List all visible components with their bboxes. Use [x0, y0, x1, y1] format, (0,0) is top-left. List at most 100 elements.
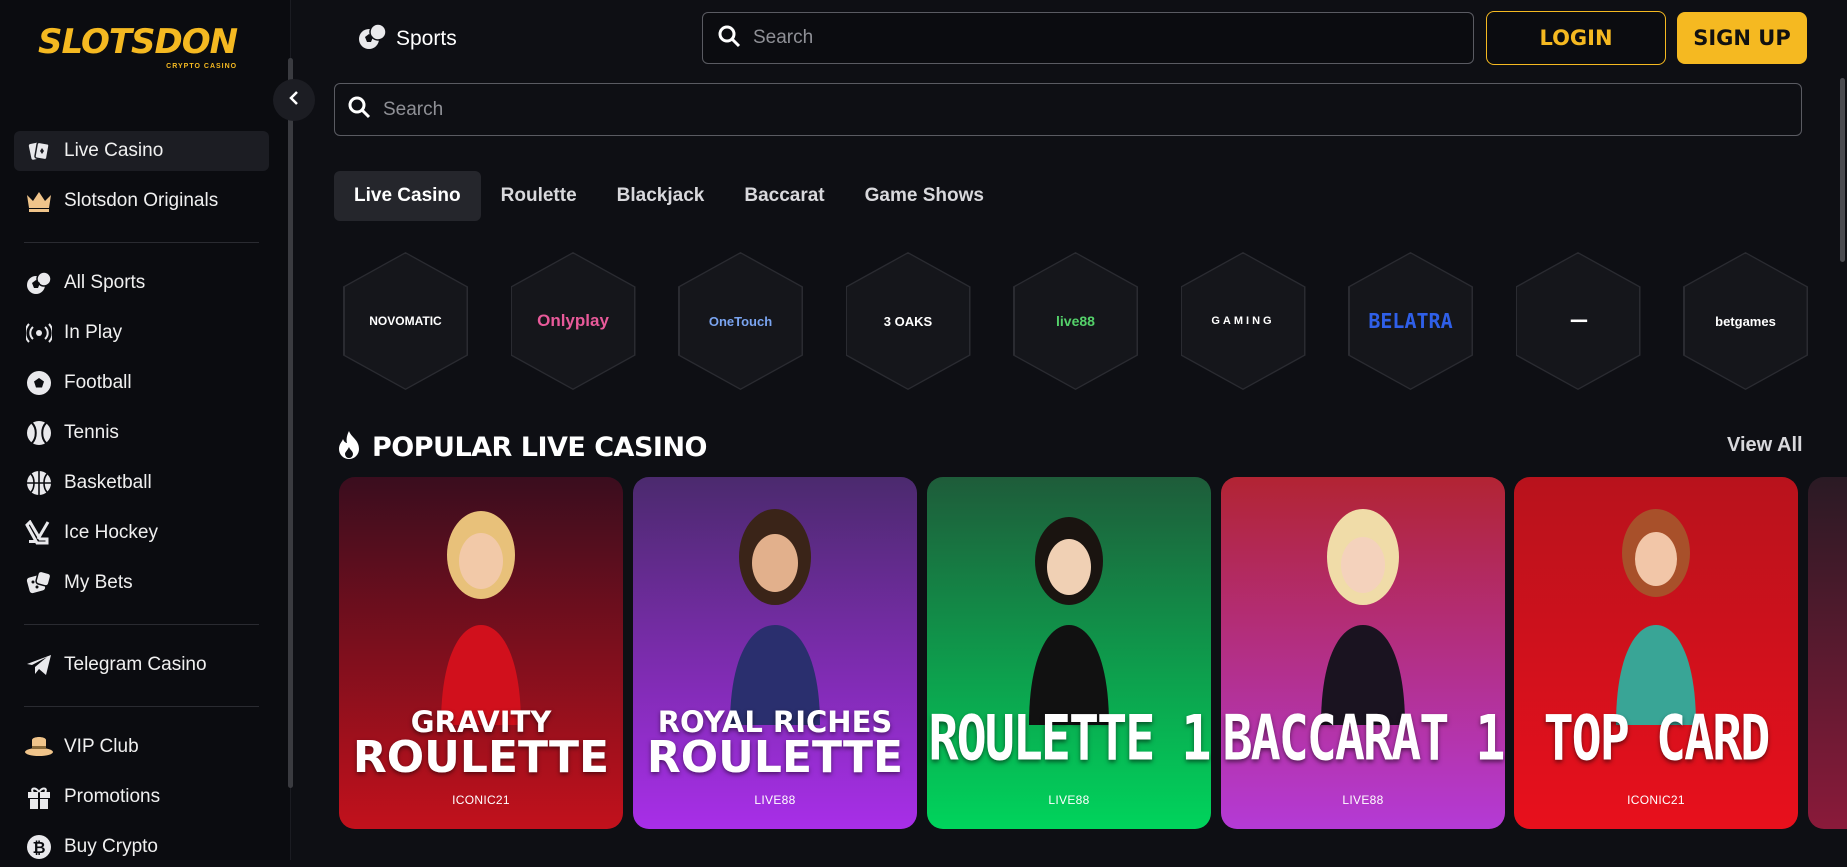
- dice-icon: [24, 568, 54, 598]
- game-title-line2: ROULETTE: [352, 732, 610, 783]
- live-casino-icon: [24, 136, 54, 166]
- provider-belatra[interactable]: BELATRA: [1348, 252, 1473, 390]
- provider-7-gaming[interactable]: GAMING: [1180, 252, 1306, 390]
- sidebar: SLOTSDON CRYPTO CASINO Live Casino Slots…: [0, 0, 291, 860]
- sidebar-item-label: In Play: [64, 322, 123, 343]
- sidebar-item-originals[interactable]: Slotsdon Originals: [14, 181, 269, 221]
- header-search-input[interactable]: [753, 27, 1446, 49]
- brand-logo[interactable]: SLOTSDON CRYPTO CASINO: [38, 22, 238, 70]
- provider-name: GAMING: [1211, 315, 1275, 327]
- provider-novomatic[interactable]: NOVOMATIC: [343, 252, 468, 390]
- provider-name: BELATRA: [1368, 309, 1453, 333]
- provider-onlyplay[interactable]: Onlyplay: [510, 252, 636, 390]
- game-title-line2: ROULETTE: [646, 732, 904, 783]
- sidebar-item-my-bets[interactable]: My Bets: [14, 563, 269, 603]
- search-icon: [717, 24, 741, 53]
- sidebar-divider: [24, 706, 259, 707]
- game-title: TOP CARD: [1543, 701, 1771, 775]
- tab-roulette[interactable]: Roulette: [481, 171, 597, 221]
- game-provider: ICONIC21: [1627, 793, 1685, 807]
- basketball-icon: [24, 468, 54, 498]
- sidebar-item-live-casino[interactable]: Live Casino: [14, 131, 269, 171]
- sidebar-item-label: Buy Crypto: [64, 836, 158, 857]
- football-icon: [24, 368, 54, 398]
- brand-name: SLOTSDON: [38, 22, 238, 62]
- login-button[interactable]: LOGIN: [1486, 11, 1666, 65]
- sidebar-item-football[interactable]: Football: [14, 363, 269, 403]
- sports-icon: [24, 268, 54, 298]
- provider-name: 3 OAKS: [883, 313, 933, 329]
- sidebar-item-all-sports[interactable]: All Sports: [14, 263, 269, 303]
- provider-name: live88: [1056, 313, 1095, 329]
- sidebar-item-buy-crypto[interactable]: ₿ Buy Crypto: [14, 827, 269, 867]
- sidebar-item-basketball[interactable]: Basketball: [14, 463, 269, 503]
- signup-button[interactable]: SIGN UP: [1677, 12, 1807, 64]
- provider-name: betgames: [1715, 313, 1776, 329]
- game-card-roulette-1[interactable]: ROULETTE 1 LIVE88: [927, 477, 1211, 829]
- sidebar-item-label: Promotions: [64, 786, 161, 807]
- chevron-left-icon: [287, 90, 301, 111]
- dealer-image: [730, 509, 820, 725]
- search-icon: [347, 95, 371, 124]
- header-search-bar[interactable]: [702, 12, 1474, 64]
- provider-betgames[interactable]: betgames: [1683, 252, 1808, 390]
- collapse-sidebar-button[interactable]: [273, 79, 315, 121]
- game-card-partial[interactable]: [1808, 477, 1847, 829]
- tab-live-casino[interactable]: Live Casino: [334, 171, 481, 221]
- brand-tagline: CRYPTO CASINO: [166, 63, 238, 70]
- sidebar-divider: [24, 624, 259, 625]
- sports-icon: [358, 22, 388, 56]
- provider-name: Onlyplay: [537, 311, 609, 330]
- sidebar-item-label: Basketball: [64, 472, 152, 493]
- sidebar-item-tennis[interactable]: Tennis: [14, 413, 269, 453]
- tab-game-shows[interactable]: Game Shows: [845, 171, 1004, 221]
- game-card-gravity-roulette[interactable]: GRAVITY ROULETTE ICONIC21: [339, 477, 623, 829]
- dealer-image: [441, 511, 521, 725]
- game-carousel: GRAVITY ROULETTE ICONIC21 ROYAL RICHES R…: [339, 477, 1847, 829]
- game-provider: LIVE88: [754, 793, 796, 807]
- broadcast-icon: [24, 318, 54, 348]
- sidebar-item-ice-hockey[interactable]: Ice Hockey: [14, 513, 269, 553]
- sports-label: Sports: [396, 27, 457, 50]
- game-provider: ICONIC21: [452, 793, 510, 807]
- view-all-link[interactable]: View All: [1727, 434, 1803, 457]
- game-card-royal-riches-roulette[interactable]: ROYAL RICHES ROULETTE LIVE88: [633, 477, 917, 829]
- sidebar-item-label: Live Casino: [64, 140, 164, 161]
- provider-list: NOVOMATIC Onlyplay OneTouch 3 OAKS live8…: [343, 252, 1847, 390]
- sidebar-scrollbar[interactable]: [288, 58, 293, 788]
- sidebar-item-promotions[interactable]: Promotions: [14, 777, 269, 817]
- game-card-baccarat-1[interactable]: BACCARAT 1 LIVE88: [1221, 477, 1505, 829]
- provider-live88[interactable]: live88: [1013, 252, 1138, 390]
- provider-onetouch[interactable]: OneTouch: [678, 252, 803, 390]
- vip-hat-icon: [24, 732, 54, 762]
- provider-name: NOVOMATIC: [369, 314, 442, 328]
- game-provider: LIVE88: [1342, 793, 1384, 807]
- sidebar-item-label: Tennis: [64, 422, 119, 443]
- sidebar-item-label: My Bets: [64, 572, 133, 593]
- category-tabs: Live Casino Roulette Blackjack Baccarat …: [334, 171, 1004, 221]
- casino-search-input[interactable]: [383, 98, 1703, 121]
- page-scrollbar[interactable]: [1840, 78, 1845, 262]
- section-header: POPULAR LIVE CASINO: [336, 430, 708, 465]
- casino-search-bar[interactable]: [334, 83, 1802, 136]
- sidebar-item-label: Telegram Casino: [64, 654, 207, 675]
- sidebar-item-telegram-casino[interactable]: Telegram Casino: [14, 645, 269, 685]
- sidebar-item-vip-club[interactable]: VIP Club: [14, 727, 269, 767]
- tab-blackjack[interactable]: Blackjack: [597, 171, 725, 221]
- bitcoin-icon: ₿: [24, 832, 54, 862]
- sidebar-divider: [24, 242, 259, 243]
- provider-unknown[interactable]: ▪▪▪▪▪▪▪▪▪▪: [1515, 252, 1641, 390]
- tab-baccarat[interactable]: Baccarat: [724, 171, 844, 221]
- sidebar-item-label: Slotsdon Originals: [64, 190, 219, 211]
- tennis-icon: [24, 418, 54, 448]
- provider-3-oaks[interactable]: 3 OAKS: [845, 252, 971, 390]
- sidebar-item-in-play[interactable]: In Play: [14, 313, 269, 353]
- fire-icon: [336, 430, 362, 465]
- dealer-image: [1321, 509, 1405, 725]
- provider-name: OneTouch: [708, 313, 773, 329]
- sidebar-item-label: VIP Club: [64, 736, 139, 757]
- gift-icon: [24, 782, 54, 812]
- sidebar-item-label: Football: [64, 372, 132, 393]
- header-sports-link[interactable]: Sports: [358, 22, 457, 56]
- game-card-top-card[interactable]: TOP CARD ICONIC21: [1514, 477, 1798, 829]
